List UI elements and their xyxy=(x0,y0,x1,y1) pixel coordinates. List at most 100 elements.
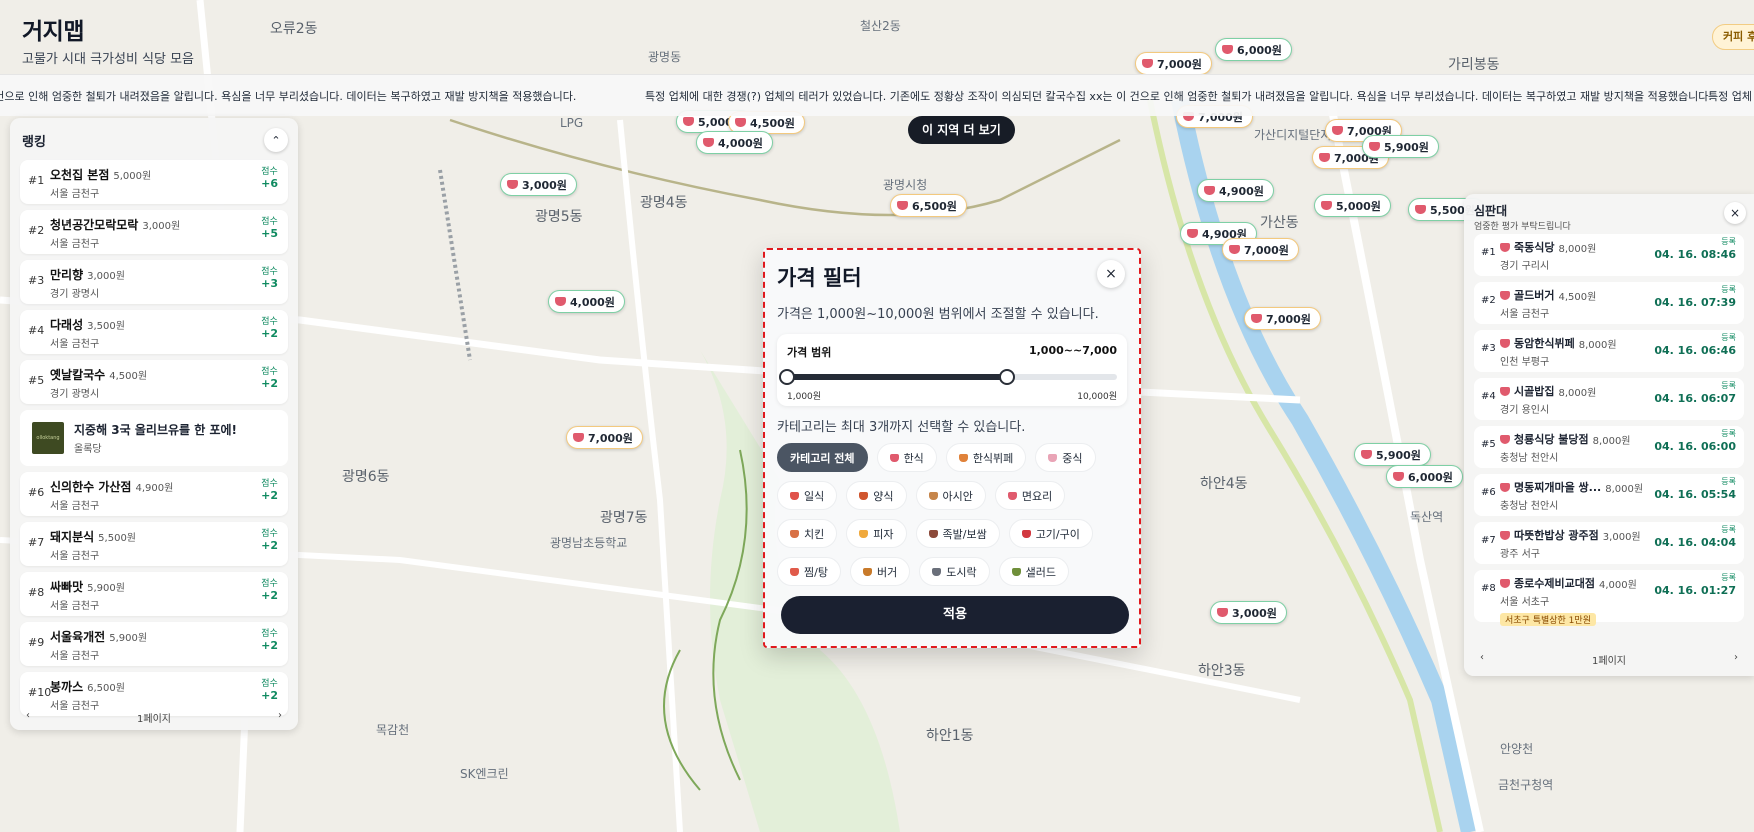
category-label: 한식 xyxy=(903,451,924,465)
board-item[interactable]: #8 종로수제비교대점 4,000원 서울 서초구 서초구 특별상한 1만원 등록 04. … xyxy=(1474,570,1744,626)
board-close-button[interactable]: × xyxy=(1724,202,1746,224)
category-chip[interactable]: 피자 xyxy=(846,519,907,548)
restaurant-name: 옛날칼국수 4,500원 xyxy=(50,366,280,383)
ranking-item[interactable]: #1 오천집 본점 5,000원 서울 금천구 점수 +6 xyxy=(20,160,288,204)
registered-timestamp: 04. 16. 06:00 xyxy=(1654,440,1736,453)
ranking-item[interactable]: #6 신의한수 가산점 4,900원 서울 금천구 점수 +2 xyxy=(20,472,288,516)
rank-number: #6 xyxy=(1481,487,1496,498)
map-label: 광명4동 xyxy=(640,195,688,211)
ranking-item[interactable]: #9 서울육개전 5,900원 서울 금천구 점수 +2 xyxy=(20,622,288,666)
dumpling-icon xyxy=(1048,453,1058,462)
price-marker[interactable]: 5,900원 xyxy=(1362,135,1439,158)
price-marker[interactable]: 4,000원 xyxy=(548,290,625,313)
ranking-item[interactable]: #8 싸빠맛 5,900원 서울 금천구 점수 +2 xyxy=(20,572,288,616)
slider-max-handle[interactable] xyxy=(998,369,1015,385)
category-chip[interactable]: 버거 xyxy=(849,557,911,586)
price-marker[interactable]: 6,000원 xyxy=(1215,38,1292,61)
price-marker[interactable]: 6,000원 xyxy=(1386,465,1463,488)
board-item[interactable]: #7 따뜻한밥상 광주점 3,000원 광주 서구 등록 04. 16. 04:04 xyxy=(1474,522,1744,564)
category-chip[interactable]: 족발/보쌈 xyxy=(915,519,1000,548)
price-slider-track[interactable] xyxy=(779,369,1117,385)
coffee-button[interactable]: 커피 후 xyxy=(1712,24,1754,50)
ranking-item[interactable]: #7 돼지분식 5,500원 서울 금천구 점수 +2 xyxy=(20,522,288,566)
category-chip[interactable]: 한식뷔페 xyxy=(945,443,1027,472)
category-label: 일식 xyxy=(804,489,825,503)
restaurant-price: 3,000원 xyxy=(1602,531,1641,543)
board-item[interactable]: #2 골드버거 4,500원 서울 금천구 등록 04. 16. 07:39 xyxy=(1474,282,1744,324)
registered-timestamp: 04. 16. 08:46 xyxy=(1654,248,1736,261)
map-label: 광명6동 xyxy=(342,469,390,485)
restaurant-name-text: 명동찌개마을 쌍... xyxy=(1514,481,1602,494)
restaurant-price: 5,500원 xyxy=(98,533,136,544)
board-item[interactable]: #6 명동찌개마을 쌍... 8,000원 충청남 천안시 등록 04. 16. 05:5… xyxy=(1474,474,1744,516)
price-marker[interactable]: 5,900원 xyxy=(1354,443,1431,466)
restaurant-name: 청년공간모락모락 3,000원 xyxy=(50,216,280,233)
close-button[interactable]: × xyxy=(1097,260,1125,288)
prev-page-icon[interactable]: ‹ xyxy=(1480,652,1484,672)
price-marker[interactable]: 6,500원 xyxy=(890,194,967,217)
ranking-item[interactable]: #2 청년공간모락모락 3,000원 서울 금천구 점수 +5 xyxy=(20,210,288,254)
category-chip[interactable]: 한식 xyxy=(876,443,937,472)
price-marker[interactable]: 3,000원 xyxy=(500,173,577,196)
collapse-button[interactable]: ⌃ xyxy=(264,128,288,152)
ranking-item[interactable]: #5 옛날칼국수 4,500원 경기 광명시 점수 +2 xyxy=(20,360,288,404)
restaurant-price: 6,500원 xyxy=(87,683,125,694)
category-chip[interactable]: 중식 xyxy=(1035,443,1096,472)
score-value: +2 xyxy=(261,639,278,652)
category-chip[interactable]: 면요리 xyxy=(994,481,1066,510)
slider-min-handle[interactable] xyxy=(779,369,795,385)
category-label: 피자 xyxy=(873,527,894,541)
score-box: 점수 +2 xyxy=(261,629,278,651)
price-marker[interactable]: 7,000원 xyxy=(1244,307,1321,330)
food-icon xyxy=(1500,578,1510,588)
category-chip[interactable]: 도시락 xyxy=(919,557,990,586)
search-area-button[interactable]: 이 지역 더 보기 xyxy=(908,116,1015,144)
price-marker[interactable]: 4,900원 xyxy=(1197,179,1274,202)
ranking-item[interactable]: #3 만리향 3,000원 경기 광명시 점수 +3 xyxy=(20,260,288,304)
food-icon xyxy=(1500,482,1510,492)
price-marker[interactable]: 3,000원 xyxy=(1210,601,1287,624)
category-chip[interactable]: 치킨 xyxy=(777,519,838,548)
board-item[interactable]: #4 시골밥집 8,000원 경기 용인시 등록 04. 16. 06:07 xyxy=(1474,378,1744,420)
apply-button[interactable]: 적용 xyxy=(781,596,1129,634)
prev-page-icon[interactable]: ‹ xyxy=(26,710,30,730)
map-label: 광명남초등학교 xyxy=(550,536,628,550)
stew-icon xyxy=(790,567,799,576)
category-chip[interactable]: 아시안 xyxy=(915,481,986,510)
restaurant-name-text: 골드버거 xyxy=(1514,289,1555,302)
score-label: 점수 xyxy=(261,529,278,539)
next-page-icon[interactable]: › xyxy=(278,710,282,730)
restaurant-price: 4,500원 xyxy=(109,371,148,382)
food-icon xyxy=(1500,434,1510,444)
price-marker[interactable]: 7,000원 xyxy=(1135,52,1212,75)
category-chip[interactable]: 샐러드 xyxy=(998,557,1069,586)
category-chip[interactable]: 찜/탕 xyxy=(777,557,841,586)
score-label: 점수 xyxy=(261,629,278,639)
price-marker[interactable]: 5,000원 xyxy=(1314,194,1391,217)
category-chip[interactable]: 일식 xyxy=(777,481,838,510)
restaurant-name-text: 오천집 본점 xyxy=(50,168,110,182)
board-item[interactable]: #3 동암한식뷔페 8,000원 인천 부평구 등록 04. 16. 06:46 xyxy=(1474,330,1744,372)
board-item[interactable]: #1 죽동식당 8,000원 경기 구리시 등록 04. 16. 08:46 xyxy=(1474,234,1744,276)
category-chip[interactable]: 양식 xyxy=(846,481,907,510)
ranking-pager: ‹ 1페이지 › xyxy=(10,710,298,730)
pork-icon xyxy=(928,529,938,538)
price-marker[interactable]: 7,000원 xyxy=(1222,238,1299,261)
category-label: 찜/탕 xyxy=(804,565,828,579)
price-marker[interactable]: 7,000원 xyxy=(566,426,643,449)
category-chip[interactable]: 고기/구이 xyxy=(1008,519,1093,548)
price-marker[interactable]: 4,000원 xyxy=(696,131,773,154)
restaurant-price: 3,000원 xyxy=(87,271,125,282)
registered-timestamp: 04. 16. 05:54 xyxy=(1654,488,1736,501)
category-chip[interactable]: 카테고리 전체 xyxy=(777,443,868,472)
registered-time: 등록 04. 16. 06:46 xyxy=(1654,333,1736,356)
rank-number: #10 xyxy=(28,686,52,699)
registered-tag: 등록 xyxy=(1721,285,1736,294)
restaurant-name-text: 서울육개전 xyxy=(50,630,106,644)
map-label: 광명시청 xyxy=(883,178,928,192)
ad-banner[interactable]: olloktang 지중해 3국 올리브유를 한 포에! 올록당 xyxy=(20,410,288,466)
map-label: 하안1동 xyxy=(926,728,974,744)
next-page-icon[interactable]: › xyxy=(1734,652,1738,672)
ranking-item[interactable]: #4 다래성 3,500원 서울 금천구 점수 +2 xyxy=(20,310,288,354)
board-item[interactable]: #5 청룡식당 불당점 8,000원 충청남 천안시 등록 04. 16. 06:00 xyxy=(1474,426,1744,468)
